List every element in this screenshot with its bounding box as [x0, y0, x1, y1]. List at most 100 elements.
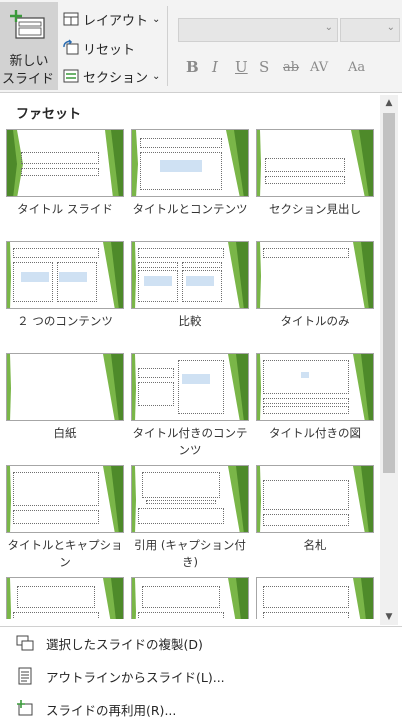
scroll-down-icon[interactable]: ▼: [380, 609, 398, 625]
scrollbar-thumb[interactable]: [383, 113, 395, 473]
title-placeholder: [13, 472, 99, 506]
layout-two-content[interactable]: ２ つのコンテンツ: [6, 241, 124, 330]
text-placeholder: [138, 612, 224, 619]
heading-placeholder: [182, 262, 222, 268]
menu-outline-label: アウトラインからスライド(L)...: [46, 669, 225, 685]
title-placeholder: [263, 586, 349, 608]
layout-section-header[interactable]: セクション見出し: [256, 129, 374, 218]
layout-label: タイトル付きのコンテンツ: [132, 426, 248, 457]
text-placeholder: [265, 176, 345, 184]
title-placeholder: [142, 586, 220, 608]
chevron-down-icon: ⌄: [386, 22, 395, 33]
chevron-down-icon: ⌄: [324, 22, 333, 33]
layout-thumbnail: [256, 465, 374, 533]
layout-button[interactable]: レイアウト ⌄: [62, 8, 160, 30]
scroll-up-icon[interactable]: ▲: [380, 95, 398, 111]
layout-title-only[interactable]: タイトルのみ: [256, 241, 374, 330]
reset-button[interactable]: リセット: [62, 37, 135, 59]
layout-label: 比較: [178, 314, 202, 328]
text-placeholder: [138, 508, 224, 524]
title-placeholder: [263, 248, 349, 258]
menu-duplicate-label: 選択したスライドの複製(D): [46, 636, 203, 652]
title-placeholder: [17, 586, 95, 608]
reset-label: リセット: [83, 42, 136, 58]
content-placeholder: [13, 262, 53, 302]
change-case-button[interactable]: Aa: [348, 60, 365, 75]
facet-theme-graphic: [7, 354, 123, 420]
layout-thumbnail: [6, 241, 124, 309]
chevron-down-icon: ⌄: [152, 13, 161, 25]
layout-thumbnail: [131, 577, 249, 619]
layout-label: タイトル スライド: [17, 202, 113, 216]
title-placeholder: [138, 368, 174, 378]
layout-label: 名札: [303, 538, 327, 552]
new-slide-label-1: 新しい: [9, 54, 49, 69]
text-placeholder: [263, 406, 349, 414]
menu-reuse-label: スライドの再利用(R)...: [46, 702, 177, 718]
title-placeholder: [138, 248, 224, 258]
layout-thumbnail: [131, 129, 249, 197]
layout-thumbnail: [131, 241, 249, 309]
new-slide-button[interactable]: 新しい スライド⌄: [0, 2, 58, 101]
underline-button[interactable]: U: [235, 58, 248, 76]
layout-thumbnail-partial[interactable]: [256, 577, 374, 619]
strikethrough-button[interactable]: ab: [283, 60, 299, 75]
layout-thumbnail: [6, 577, 124, 619]
ribbon: 新しい スライド⌄ レイアウト⌄ リセット セクション⌄ ⌄ ⌄ B I U S…: [0, 0, 402, 101]
layout-label: タイトルのみ: [280, 314, 350, 328]
layout-icon: [63, 12, 79, 26]
menu-slides-from-outline[interactable]: アウトラインからスライド(L)...: [0, 661, 402, 691]
layout-thumbnail: [256, 129, 374, 197]
layout-blank[interactable]: 白紙: [6, 353, 124, 442]
layout-thumbnail-partial[interactable]: [131, 577, 249, 619]
layout-quote-with-caption[interactable]: 引用 (キャプション付き): [131, 465, 249, 571]
font-size-box[interactable]: ⌄: [340, 18, 400, 42]
layout-label: タイトルとコンテンツ: [132, 202, 248, 216]
vertical-scrollbar[interactable]: ▲ ▼: [380, 95, 398, 625]
text-placeholder: [263, 612, 349, 619]
ribbon-divider: [167, 6, 168, 86]
caption-placeholder: [146, 500, 216, 504]
chevron-down-icon: ⌄: [152, 70, 161, 82]
layout-title-and-caption[interactable]: タイトルとキャプション: [6, 465, 124, 571]
content-placeholder: [138, 270, 178, 302]
new-slide-label-2-text: スライド: [2, 72, 55, 87]
layout-content-with-caption[interactable]: タイトル付きのコンテンツ: [131, 353, 249, 459]
layout-thumbnail: [256, 577, 374, 619]
layout-title-slide[interactable]: タイトル スライド: [6, 129, 124, 218]
layout-title-content[interactable]: タイトルとコンテンツ: [131, 129, 249, 218]
layout-label: ２ つのコンテンツ: [17, 314, 113, 328]
section-button[interactable]: セクション ⌄: [62, 65, 160, 87]
layout-label: タイトルとキャプション: [7, 538, 123, 569]
shadow-button[interactable]: S: [259, 58, 269, 76]
layout-thumbnail: [131, 465, 249, 533]
text-placeholder: [13, 612, 99, 619]
new-slide-icon: [10, 10, 45, 39]
heading-placeholder: [138, 262, 178, 268]
menu-reuse-slides[interactable]: スライドの再利用(R)...: [0, 694, 402, 724]
layout-picture-with-caption[interactable]: タイトル付きの図: [256, 353, 374, 442]
layout-gallery-panel: ファセット タイトル スライド タイトルとコンテンツ セクション見出し ２ つの…: [0, 92, 402, 728]
title-placeholder: [263, 480, 349, 510]
layout-comparison[interactable]: 比較: [131, 241, 249, 330]
bold-button[interactable]: B: [186, 58, 199, 76]
content-placeholder: [182, 270, 222, 302]
title-placeholder: [13, 248, 99, 258]
picture-placeholder: [263, 360, 349, 394]
content-placeholder: [57, 262, 97, 302]
layout-thumbnail-partial[interactable]: [6, 577, 124, 619]
italic-button[interactable]: I: [212, 58, 218, 76]
layout-thumbnail: [256, 241, 374, 309]
char-spacing-button[interactable]: AV: [310, 60, 328, 75]
layout-name-card[interactable]: 名札: [256, 465, 374, 554]
text-placeholder: [138, 382, 174, 406]
text-placeholder: [263, 514, 349, 526]
layout-thumbnail: [6, 129, 124, 197]
font-name-box[interactable]: ⌄: [178, 18, 338, 42]
menu-duplicate-slides[interactable]: 選択したスライドの複製(D): [0, 628, 402, 658]
layout-thumbnail: [6, 353, 124, 421]
title-placeholder: [263, 398, 349, 404]
section-icon: [63, 69, 79, 83]
section-title: ファセット: [16, 107, 82, 122]
section-label: セクション: [83, 70, 149, 86]
